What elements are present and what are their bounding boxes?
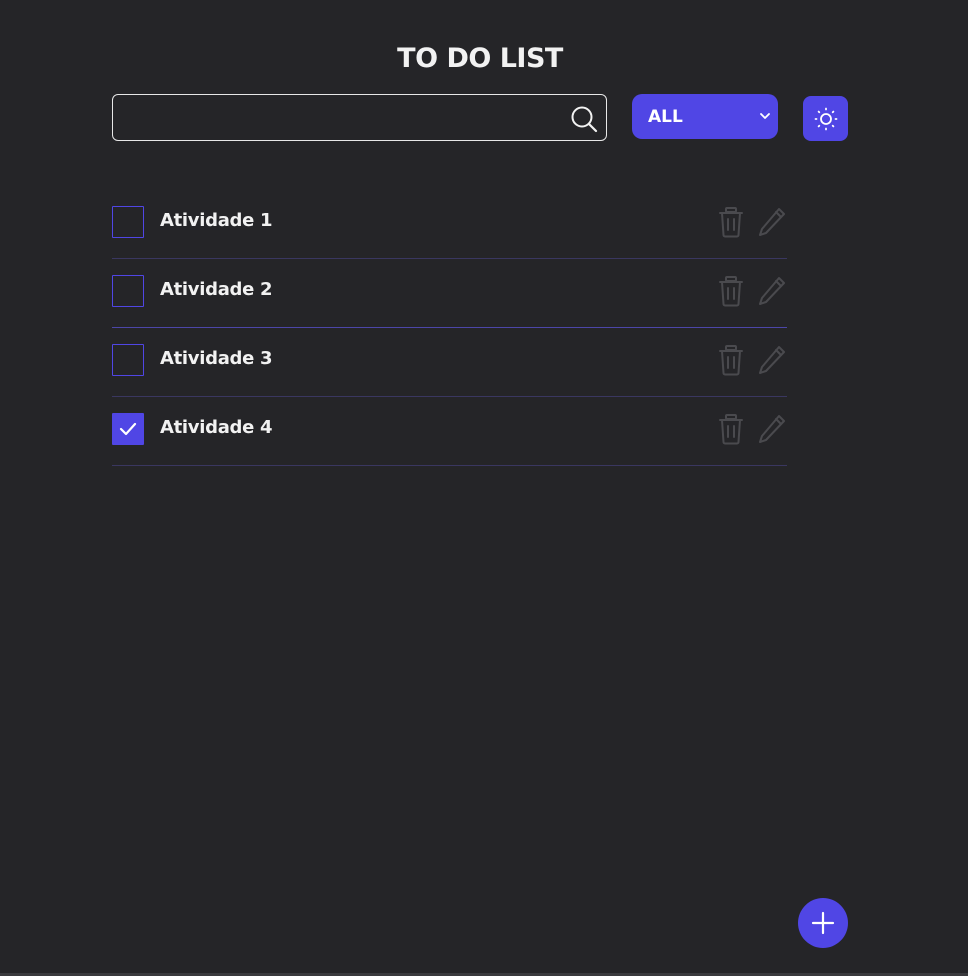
search-box[interactable] xyxy=(112,94,607,141)
plus-icon xyxy=(811,911,835,935)
trash-icon[interactable] xyxy=(717,206,745,238)
todo-label: Atividade 2 xyxy=(160,279,273,300)
checkmark-icon xyxy=(119,422,137,436)
trash-icon[interactable] xyxy=(717,344,745,376)
pencil-icon[interactable] xyxy=(757,206,787,238)
chevron-down-icon xyxy=(760,113,770,119)
trash-icon[interactable] xyxy=(717,275,745,307)
theme-toggle-button[interactable] xyxy=(803,96,848,141)
todo-list: Atividade 1 Atividade 2 Atividade 3 Ativ… xyxy=(112,190,787,466)
filter-selected-value: ALL xyxy=(648,106,683,127)
todo-label: Atividade 4 xyxy=(160,417,273,438)
todo-checkbox[interactable] xyxy=(112,344,144,376)
pencil-icon[interactable] xyxy=(757,275,787,307)
search-icon[interactable] xyxy=(570,105,598,133)
search-input[interactable] xyxy=(113,95,553,140)
todo-label: Atividade 1 xyxy=(160,210,273,231)
todo-checkbox[interactable] xyxy=(112,206,144,238)
todo-item: Atividade 3 xyxy=(112,328,787,397)
todo-app: TO DO LIST ALL Atividade 1 Atividade 2 A… xyxy=(0,0,968,976)
todo-label: Atividade 3 xyxy=(160,348,273,369)
todo-checkbox[interactable] xyxy=(112,413,144,445)
trash-icon[interactable] xyxy=(717,413,745,445)
todo-checkbox[interactable] xyxy=(112,275,144,307)
todo-item: Atividade 1 xyxy=(112,190,787,259)
sun-icon xyxy=(814,107,837,130)
pencil-icon[interactable] xyxy=(757,344,787,376)
pencil-icon[interactable] xyxy=(757,413,787,445)
add-todo-button[interactable] xyxy=(798,898,848,948)
todo-item: Atividade 2 xyxy=(112,259,787,328)
todo-item: Atividade 4 xyxy=(112,397,787,466)
page-title: TO DO LIST xyxy=(397,43,563,74)
filter-select[interactable]: ALL xyxy=(632,94,778,139)
